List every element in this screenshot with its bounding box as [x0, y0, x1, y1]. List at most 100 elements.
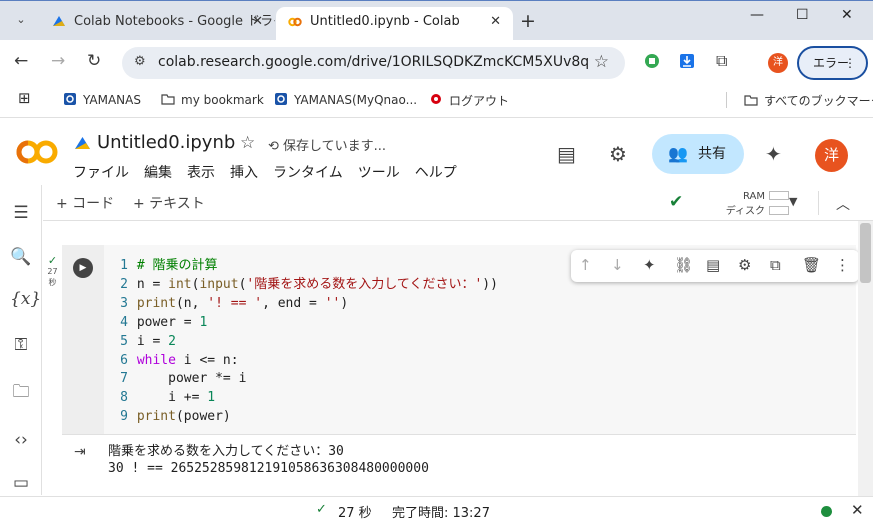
- new-tab-icon[interactable]: +: [520, 10, 536, 32]
- maximize-icon[interactable]: ☐: [796, 7, 809, 23]
- collapse-header-icon[interactable]: ︿: [836, 194, 850, 214]
- bookmark-label: YAMANAS: [83, 93, 141, 107]
- add-code-button[interactable]: + コード: [56, 193, 114, 213]
- cell-output: ⇥ 階乗を求める数を入力してください：30 30 ! == 26525285981…: [62, 434, 856, 491]
- terminal-icon[interactable]: ▭: [10, 473, 32, 493]
- colab-logo-icon[interactable]: [15, 137, 59, 167]
- link-icon[interactable]: ⛓: [674, 256, 693, 274]
- menu-tools[interactable]: ツール: [358, 165, 400, 181]
- notebook-title[interactable]: Untitled0.ipynb: [97, 132, 235, 153]
- close-tab-icon[interactable]: ✕: [490, 7, 501, 37]
- comment-icon[interactable]: ▤: [706, 256, 720, 274]
- move-down-icon[interactable]: ↓: [611, 256, 624, 274]
- share-label: 共有: [698, 146, 726, 162]
- close-tab-icon[interactable]: ✕: [252, 7, 263, 37]
- share-button[interactable]: 👥 共有: [652, 134, 744, 174]
- run-cell-button[interactable]: ▶: [73, 258, 93, 278]
- output-actions-icon[interactable]: ⇥: [74, 444, 86, 460]
- extension-green-icon[interactable]: [644, 53, 660, 69]
- exec-time: 27: [47, 267, 58, 276]
- code-line-text: # 階乗の計算: [136, 258, 218, 273]
- forward-icon[interactable]: →: [51, 51, 65, 71]
- scrollbar-thumb[interactable]: [860, 223, 871, 283]
- secrets-key-icon[interactable]: ⚿: [10, 335, 32, 355]
- omnibox[interactable]: ⚙ colab.research.google.com/drive/1ORILS…: [122, 47, 625, 79]
- runtime-dropdown-icon[interactable]: ▼: [789, 195, 797, 208]
- code-editor[interactable]: 1 # 階乗の計算 2 n = int(input('階乗を求める数を入力してくだ…: [104, 257, 856, 434]
- save-status: ⟲ 保存しています...: [268, 135, 386, 154]
- browser-tab-colab-notebooks[interactable]: Colab Notebooks - Google ドライ ✕: [40, 7, 275, 41]
- reload-icon[interactable]: ↻: [87, 51, 101, 71]
- tab-label: Colab Notebooks - Google ドライ: [74, 14, 275, 29]
- move-up-icon[interactable]: ↑: [579, 256, 592, 274]
- url-text[interactable]: colab.research.google.com/drive/1ORILSQD…: [158, 54, 588, 70]
- apps-grid-icon[interactable]: ⊞: [18, 89, 31, 107]
- error-button[interactable]: エラー ⋮: [797, 46, 868, 80]
- table-of-contents-icon[interactable]: ☰: [10, 203, 32, 223]
- star-notebook-icon[interactable]: ☆: [240, 133, 255, 153]
- tab-label: Untitled0.ipynb - Colab: [310, 14, 460, 29]
- comment-icon[interactable]: ▤: [557, 142, 576, 166]
- delete-icon[interactable]: 🗑: [802, 256, 821, 274]
- people-icon: 👥: [668, 144, 688, 163]
- resource-monitor[interactable]: RAM ディスク: [721, 189, 789, 219]
- code-line: 6 while i <= n:: [120, 352, 239, 368]
- code-line: 9 print(power): [120, 409, 231, 425]
- back-icon[interactable]: ←: [14, 51, 28, 71]
- gemini-sparkle-icon[interactable]: ✦: [765, 142, 782, 166]
- qnao-icon: [64, 93, 76, 105]
- menu-bar: ファイル 編集 表示 挿入 ランタイム ツール ヘルプ: [73, 162, 472, 182]
- status-bar: ✓ 27 秒 完了時間: 13:27 ✕: [0, 496, 873, 524]
- cell-toolbar: ↑ ↓ ✦ ⛓ ▤ ⚙ ⧉ 🗑 ⋮: [571, 250, 859, 282]
- google-drive-icon[interactable]: [74, 136, 91, 151]
- settings-gear-icon[interactable]: ⚙: [609, 142, 627, 166]
- variables-icon[interactable]: {x}: [10, 289, 41, 309]
- gemini-sparkle-icon[interactable]: ✦: [643, 256, 656, 274]
- minimize-icon[interactable]: —: [750, 7, 764, 23]
- mirror-cell-icon[interactable]: ⧉: [770, 256, 781, 274]
- files-folder-icon[interactable]: 🗀: [10, 379, 32, 408]
- output-line: 階乗を求める数を入力してください：30: [108, 444, 344, 459]
- close-window-icon[interactable]: ✕: [841, 7, 853, 23]
- menu-edit[interactable]: 編集: [144, 165, 172, 181]
- cell-settings-icon[interactable]: ⚙: [738, 256, 751, 274]
- exec-unit: 秒: [48, 278, 57, 287]
- scrollbar[interactable]: [858, 221, 873, 496]
- bookmark-all-bookmarks[interactable]: すべてのブックマーク: [744, 92, 873, 109]
- browser-tab-untitled0[interactable]: Untitled0.ipynb - Colab ✕: [276, 7, 513, 41]
- code-snippets-icon[interactable]: ‹›: [10, 430, 32, 450]
- bookmark-label: すべてのブックマーク: [764, 94, 873, 108]
- toolbar-divider: [818, 191, 819, 215]
- bookmark-yamanas-myqnao[interactable]: YAMANAS(MyQnao...: [274, 92, 417, 107]
- bookmark-yamanas[interactable]: YAMANAS: [63, 92, 141, 107]
- status-check-icon: ✓: [316, 502, 327, 517]
- bookmark-star-icon[interactable]: ☆: [594, 52, 609, 72]
- connection-status-dot[interactable]: [821, 506, 832, 517]
- address-bar: ← → ↻ ⚙ colab.research.google.com/drive/…: [0, 40, 873, 86]
- download-icon[interactable]: [679, 53, 695, 69]
- profile-avatar[interactable]: 洋: [768, 53, 788, 73]
- site-info-icon[interactable]: ⚙: [134, 54, 146, 69]
- menu-view[interactable]: 表示: [187, 165, 215, 181]
- code-line-text: power *= i: [136, 371, 247, 387]
- more-options-icon[interactable]: ⋮: [835, 256, 850, 274]
- code-cell[interactable]: ✓ 27 秒 ▶ 1 # 階乗の計算 2 n = int(input('階乗を求め…: [47, 245, 859, 491]
- code-line-text: print(n, '! == ', end = ''): [136, 295, 349, 311]
- menu-runtime[interactable]: ランタイム: [273, 165, 343, 181]
- extensions-puzzle-icon[interactable]: ⧉: [716, 51, 727, 71]
- add-text-button[interactable]: + テキスト: [133, 193, 205, 213]
- browser-tab-bar: ⌄ Colab Notebooks - Google ドライ ✕ Untitle…: [0, 0, 873, 41]
- bookmark-label: my bookmark: [181, 93, 264, 107]
- bookmark-logout[interactable]: ログアウト: [429, 92, 509, 109]
- menu-file[interactable]: ファイル: [73, 165, 129, 181]
- bookmark-my-bookmark[interactable]: my bookmark: [161, 92, 264, 107]
- tab-search-icon[interactable]: ⌄: [11, 10, 31, 30]
- user-avatar[interactable]: 洋: [815, 139, 848, 172]
- find-replace-icon[interactable]: 🔍: [10, 247, 32, 267]
- notebook-main: ✓ 27 秒 ▶ 1 # 階乗の計算 2 n = int(input('階乗を求め…: [43, 221, 859, 496]
- menu-help[interactable]: ヘルプ: [415, 165, 457, 181]
- code-line: 4 power = 1: [120, 314, 208, 330]
- execution-info: ✓ 27 秒: [43, 255, 62, 288]
- menu-insert[interactable]: 挿入: [230, 165, 258, 181]
- close-status-icon[interactable]: ✕: [851, 501, 864, 519]
